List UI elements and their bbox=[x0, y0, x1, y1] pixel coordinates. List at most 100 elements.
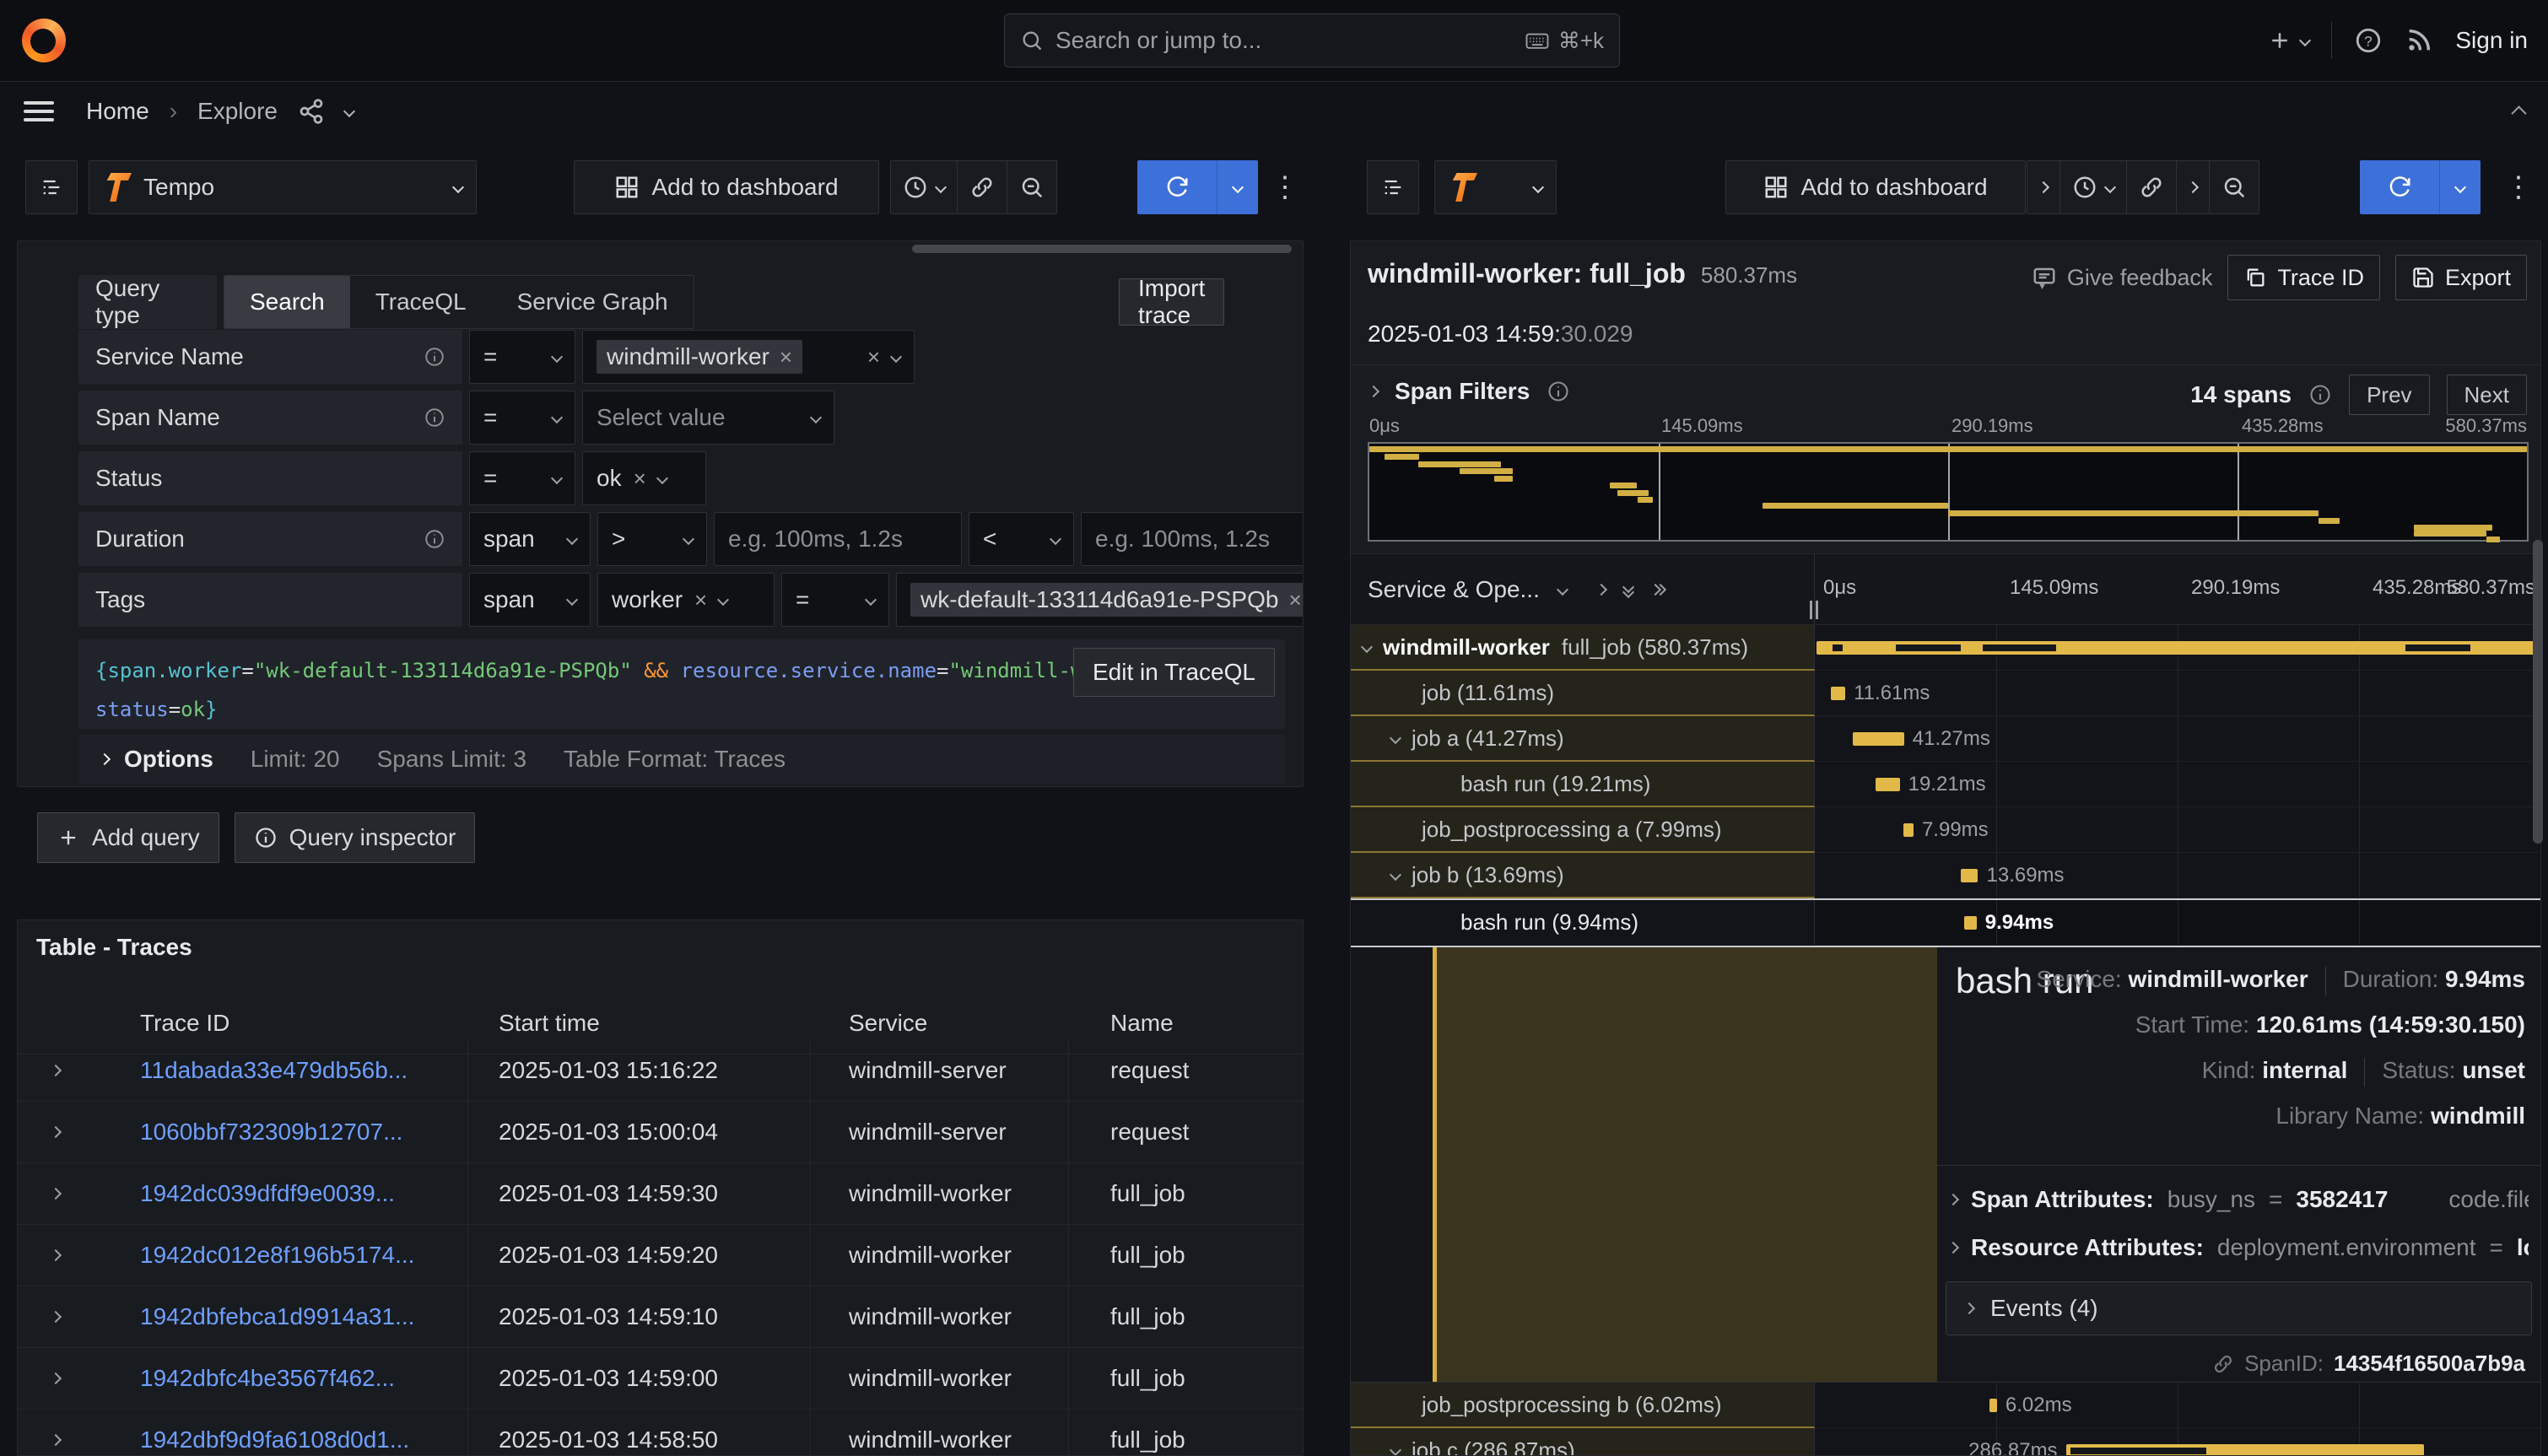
remove-chip-icon[interactable]: × bbox=[694, 587, 707, 613]
expand-all-icon[interactable] bbox=[1651, 585, 1665, 594]
search-input[interactable]: Search or jump to... ⌘+k bbox=[1004, 13, 1620, 67]
panel-title[interactable]: Table - Traces bbox=[36, 934, 192, 961]
zoom-out-button[interactable] bbox=[2209, 161, 2259, 213]
horizontal-scrollbar[interactable] bbox=[912, 245, 1292, 253]
news-button[interactable] bbox=[2405, 26, 2433, 55]
trace-id-link[interactable]: 1942dc039dfdf9e0039... bbox=[140, 1180, 395, 1207]
table-row[interactable]: 11dabada33e479db56b...2025-01-03 15:16:2… bbox=[18, 1040, 1303, 1102]
expand-row-icon[interactable] bbox=[18, 1286, 115, 1347]
trace-id-link[interactable]: 1942dc012e8f196b5174... bbox=[140, 1242, 414, 1269]
trace-id-link[interactable]: 1060bbf732309b12707... bbox=[140, 1119, 402, 1146]
chevron-down-icon[interactable] bbox=[343, 105, 355, 117]
duration-max-input[interactable]: e.g. 100ms, 1.2s bbox=[1081, 512, 1304, 566]
span-name-operator-select[interactable]: = bbox=[469, 391, 575, 445]
trace-id-link[interactable]: 11dabada33e479db56b... bbox=[140, 1057, 408, 1084]
import-trace-button[interactable]: Import trace bbox=[1119, 278, 1224, 326]
span-row[interactable]: job_postprocessing a (7.99ms) 7.99ms bbox=[1351, 807, 2540, 853]
vertical-scrollbar[interactable] bbox=[2533, 540, 2543, 844]
resource-attributes-toggle[interactable]: Resource Attributes: deployment.environm… bbox=[1949, 1234, 2529, 1261]
tags-key-select[interactable]: worker× bbox=[597, 573, 775, 627]
datasource-picker[interactable]: Tempo bbox=[89, 160, 477, 214]
span-row[interactable]: bash run (19.21ms) 19.21ms bbox=[1351, 762, 2540, 807]
table-row[interactable]: 1060bbf732309b12707...2025-01-03 15:00:0… bbox=[18, 1102, 1303, 1163]
clear-icon[interactable]: × bbox=[867, 344, 880, 370]
prev-span-button[interactable]: Prev bbox=[2349, 375, 2429, 415]
expand-row-icon[interactable] bbox=[18, 1102, 115, 1162]
table-row[interactable]: 1942dbfebca1d9914a31...2025-01-03 14:59:… bbox=[18, 1286, 1303, 1348]
breadcrumb-explore[interactable]: Explore bbox=[197, 98, 278, 125]
expand-row-icon[interactable] bbox=[18, 1163, 115, 1224]
minimap-canvas[interactable] bbox=[1368, 442, 2529, 542]
time-picker-button[interactable] bbox=[2059, 161, 2126, 213]
span-bar[interactable] bbox=[1964, 916, 1977, 930]
tags-value-select[interactable]: wk-default-133114d6a91e-PSPQb× bbox=[896, 573, 1304, 627]
collapse-panes-button[interactable] bbox=[2513, 98, 2524, 125]
span-row[interactable]: windmill-workerfull_job (580.37ms) bbox=[1351, 625, 2540, 671]
sign-in-button[interactable]: Sign in bbox=[2455, 27, 2528, 54]
options-toggle[interactable]: Options bbox=[100, 746, 213, 773]
service-name-chip[interactable]: windmill-worker× bbox=[597, 340, 802, 374]
query-outline-button[interactable] bbox=[25, 160, 78, 214]
trace-id-link[interactable]: 1942dbf9d9fa6108d0d1... bbox=[140, 1426, 409, 1453]
sync-time-button[interactable] bbox=[957, 161, 1007, 213]
link-icon[interactable] bbox=[2212, 1353, 2234, 1375]
panel-menu-button[interactable]: ⋮ bbox=[1271, 160, 1299, 214]
add-query-button[interactable]: Add query bbox=[37, 812, 219, 863]
chevron-down-icon[interactable] bbox=[1390, 869, 1401, 881]
shift-time-back-button[interactable] bbox=[2027, 161, 2059, 213]
service-operation-header[interactable]: Service & Ope... bbox=[1368, 576, 1540, 603]
collapse-all-icon[interactable] bbox=[1624, 583, 1633, 596]
help-button[interactable]: ? bbox=[2354, 26, 2383, 55]
column-resizer-handle[interactable] bbox=[1806, 601, 1822, 619]
span-bar[interactable] bbox=[1853, 732, 1904, 746]
expand-row-icon[interactable] bbox=[18, 1225, 115, 1286]
chevron-down-icon[interactable] bbox=[1557, 583, 1568, 595]
chevron-down-icon[interactable] bbox=[1390, 1444, 1401, 1456]
span-row[interactable]: job b (13.69ms) 13.69ms bbox=[1351, 853, 2540, 898]
export-button[interactable]: Export bbox=[2395, 255, 2527, 300]
query-type-service-graph[interactable]: Service Graph bbox=[492, 276, 694, 328]
span-bar[interactable] bbox=[1876, 778, 1899, 791]
run-query-button[interactable] bbox=[1137, 160, 1258, 214]
chevron-down-icon[interactable] bbox=[1361, 641, 1373, 653]
remove-chip-icon[interactable]: × bbox=[634, 466, 646, 492]
table-row[interactable]: 1942dc012e8f196b5174...2025-01-03 14:59:… bbox=[18, 1225, 1303, 1286]
breadcrumb-home[interactable]: Home bbox=[86, 98, 149, 125]
add-to-dashboard-button[interactable]: Add to dashboard bbox=[574, 160, 879, 214]
next-span-button[interactable]: Next bbox=[2447, 375, 2527, 415]
span-row[interactable]: job_postprocessing b (6.02ms) 6.02ms bbox=[1351, 1383, 2540, 1428]
edit-in-traceql-button[interactable]: Edit in TraceQL bbox=[1073, 648, 1275, 697]
span-attributes-toggle[interactable]: Span Attributes: busy_ns=3582417 code.fi… bbox=[1949, 1185, 2529, 1214]
span-bar[interactable] bbox=[1817, 641, 2540, 655]
span-row-selected[interactable]: bash run (9.94ms) 9.94ms bbox=[1351, 898, 2540, 946]
events-toggle[interactable]: Events (4) bbox=[1946, 1281, 2532, 1335]
duration-gt-select[interactable]: > bbox=[597, 512, 707, 566]
span-row[interactable]: job c (286.87ms) 286.87ms bbox=[1351, 1428, 2540, 1456]
add-new-button[interactable] bbox=[2267, 28, 2309, 53]
query-type-search[interactable]: Search bbox=[224, 276, 350, 328]
service-name-value-select[interactable]: windmill-worker× × bbox=[582, 330, 915, 384]
table-row[interactable]: 1942dbfc4be3567f462...2025-01-03 14:59:0… bbox=[18, 1348, 1303, 1410]
remove-chip-icon[interactable]: × bbox=[1288, 587, 1301, 613]
trace-id-link[interactable]: 1942dbfc4be3567f462... bbox=[140, 1365, 395, 1392]
expand-row-icon[interactable] bbox=[18, 1410, 115, 1456]
status-value-select[interactable]: ok× bbox=[582, 451, 706, 505]
query-outline-button-right[interactable] bbox=[1367, 160, 1419, 214]
run-query-button-right[interactable] bbox=[2360, 160, 2481, 214]
duration-lt-select[interactable]: < bbox=[969, 512, 1074, 566]
menu-toggle-button[interactable] bbox=[24, 96, 54, 127]
panel-menu-button-right[interactable]: ⋮ bbox=[2504, 160, 2533, 214]
span-name-value-select[interactable]: Select value bbox=[582, 391, 834, 445]
datasource-picker-right[interactable] bbox=[1434, 160, 1557, 214]
tags-value-chip[interactable]: wk-default-133114d6a91e-PSPQb× bbox=[910, 583, 1304, 617]
expand-row-icon[interactable] bbox=[18, 1348, 115, 1409]
expand-row-icon[interactable] bbox=[18, 1040, 115, 1101]
span-bar[interactable] bbox=[1903, 823, 1914, 837]
tags-scope-select[interactable]: span bbox=[469, 573, 591, 627]
span-bar[interactable] bbox=[1989, 1399, 1997, 1412]
trace-id-link[interactable]: 1942dbfebca1d9914a31... bbox=[140, 1303, 414, 1330]
time-picker-button[interactable] bbox=[891, 161, 957, 213]
sync-time-button[interactable] bbox=[2126, 161, 2176, 213]
remove-chip-icon[interactable]: × bbox=[780, 344, 792, 370]
span-row[interactable]: job a (41.27ms) 41.27ms bbox=[1351, 716, 2540, 762]
